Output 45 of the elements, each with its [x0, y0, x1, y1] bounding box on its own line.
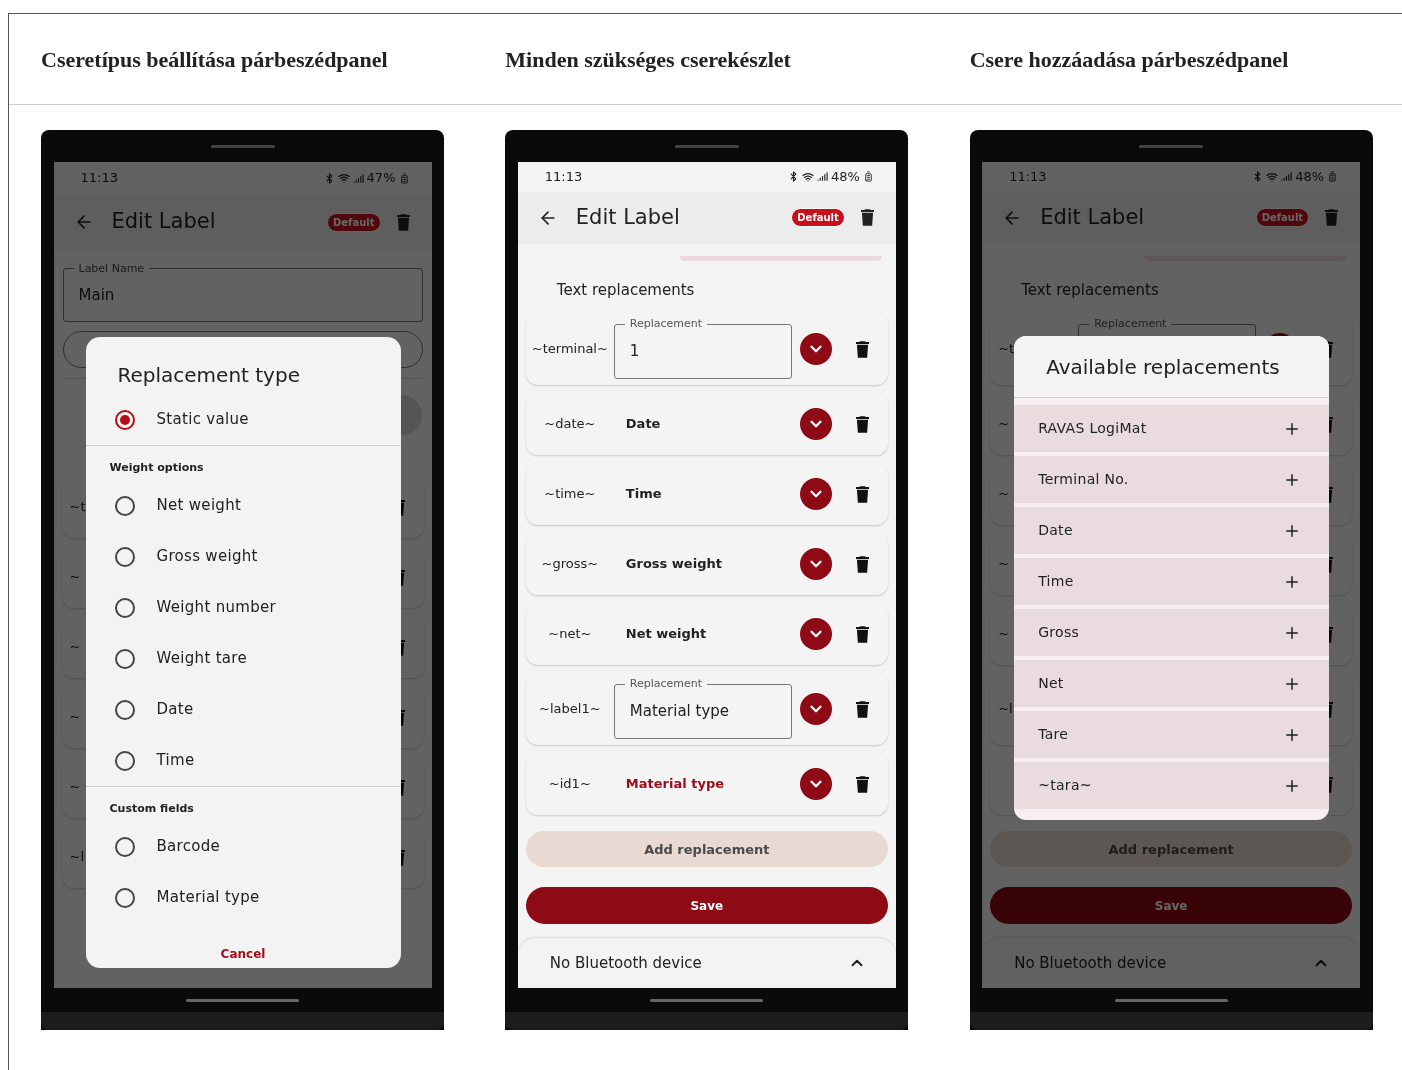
section-title: Text replacements: [556, 279, 696, 301]
replacement-value: Material type: [625, 775, 724, 794]
placeholder-key: ~gross~: [541, 554, 599, 574]
default-badge: Default: [791, 208, 845, 228]
placeholder-key: ~: [998, 624, 1010, 644]
section-heading: Weight options: [109, 461, 204, 474]
placeholder-key: ~: [998, 414, 1010, 434]
placeholder-key: ~: [69, 777, 81, 797]
placeholder-key: ~time~: [544, 484, 596, 504]
status-time: 11:13: [80, 169, 118, 188]
screen-title: Edit Label: [575, 204, 680, 232]
placeholder-key: ~label1~: [539, 699, 601, 719]
screen-title: Edit Label: [111, 208, 216, 236]
placeholder-key: ~l: [998, 699, 1013, 719]
column-heading: Minden szükséges cserekészlet: [505, 45, 791, 74]
replacement-value: Date: [625, 415, 661, 434]
placeholder-key: ~: [69, 637, 81, 657]
placeholder-key: ~: [69, 567, 81, 587]
dialog-title: Available replacements: [1046, 353, 1280, 381]
placeholder-key: ~terminal~: [531, 339, 608, 359]
placeholder-key: ~date~: [544, 414, 596, 434]
dialog-title: Replacement type: [117, 362, 301, 389]
status-time: 11:13: [544, 168, 583, 187]
section-title: Text replacements: [1021, 279, 1160, 301]
battery-percent: 48%: [1295, 168, 1325, 187]
placeholder-key: ~: [69, 707, 81, 727]
replacement-value: Gross weight: [625, 555, 722, 574]
battery-percent: 48%: [830, 168, 860, 187]
replacement-value: Time: [625, 485, 662, 504]
placeholder-key: ~id1~: [548, 774, 591, 794]
placeholder-key: ~: [998, 554, 1010, 574]
battery-percent: 47%: [366, 169, 396, 188]
placeholder-key: ~: [998, 484, 1010, 504]
default-badge: Default: [1255, 208, 1310, 228]
default-badge: Default: [327, 212, 381, 232]
placeholder-key: ~t: [998, 339, 1015, 359]
section-heading: Custom fields: [109, 802, 194, 815]
column-heading: Cseretípus beállítása párbeszédpanel: [41, 45, 388, 74]
column-heading: Csere hozzáadása párbeszédpanel: [969, 45, 1289, 74]
replacement-value: Net weight: [625, 625, 707, 644]
placeholder-key: ~net~: [548, 624, 592, 644]
placeholder-key: ~t: [69, 497, 86, 517]
screen-title: Edit Label: [1040, 204, 1145, 232]
status-time: 11:13: [1009, 168, 1047, 187]
placeholder-key: ~l: [69, 847, 84, 867]
